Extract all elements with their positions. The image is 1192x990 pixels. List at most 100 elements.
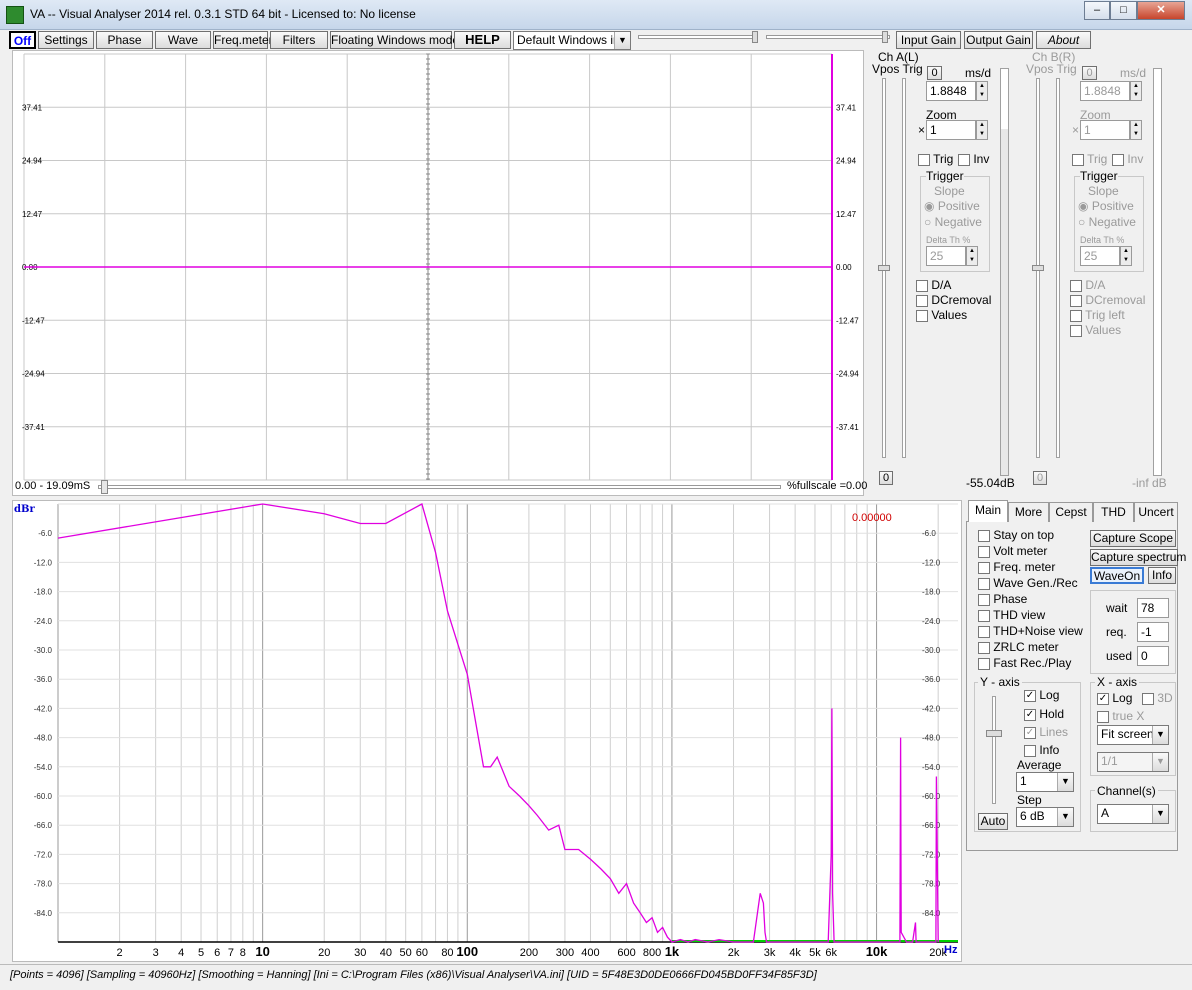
- phase-button[interactable]: Phase: [96, 31, 153, 49]
- tab-uncert[interactable]: Uncert: [1134, 502, 1178, 522]
- oscilloscope-plot[interactable]: 37.4137.4124.9424.9412.4712.470.000.00-1…: [12, 50, 864, 496]
- ratio-select[interactable]: 1/1 ▼: [1097, 752, 1169, 772]
- output-gain-slider[interactable]: [766, 35, 890, 39]
- info-button[interactable]: Info: [1148, 567, 1176, 584]
- checkbox-icon: [1097, 710, 1109, 723]
- channel-b-msd-input[interactable]: 1.8848: [1080, 81, 1130, 101]
- y-info-check[interactable]: Info: [1024, 743, 1059, 757]
- channel-a-inv-check[interactable]: Inv: [958, 152, 989, 166]
- channel-b-inv-check[interactable]: Inv: [1112, 152, 1143, 166]
- main-check-6[interactable]: THD+Noise view: [978, 624, 1083, 638]
- channel-b-delta-input[interactable]: 25: [1080, 246, 1120, 266]
- filters-button[interactable]: Filters: [270, 31, 328, 49]
- channel-b-negative-radio[interactable]: ○ Negative: [1078, 215, 1136, 229]
- close-button[interactable]: ✕: [1137, 1, 1185, 20]
- channel-b-vpos-thumb[interactable]: [1032, 265, 1044, 271]
- channel-a-delta-input[interactable]: 25: [926, 246, 966, 266]
- channel-b-zero-button[interactable]: 0: [1082, 66, 1097, 80]
- tab-cepst[interactable]: Cepst: [1049, 502, 1093, 522]
- freqmeter-button[interactable]: Freq.meter: [213, 31, 273, 49]
- input-gain-button[interactable]: Input Gain: [896, 31, 961, 49]
- channel-a-zoom-spinner[interactable]: ▲ ▼: [976, 120, 988, 140]
- channel-b-msd-spinner[interactable]: ▲ ▼: [1130, 81, 1142, 101]
- channel-a-delta-spinner[interactable]: ▲ ▼: [966, 246, 978, 266]
- main-check-0[interactable]: Stay on top: [978, 528, 1054, 542]
- input-gain-slider-thumb[interactable]: [752, 31, 758, 43]
- settings-button[interactable]: Settings: [38, 31, 94, 49]
- channel-b-values-check[interactable]: Values: [1070, 323, 1121, 337]
- tab-thd[interactable]: THD: [1093, 502, 1134, 522]
- capture-spectrum-button[interactable]: Capture spectrum: [1090, 549, 1186, 566]
- spectrum-plot[interactable]: -6.0 -6.0 -12.0 -12.0 -18.0 -18.0 -24.0 -24.0 -3…: [12, 500, 962, 962]
- y-hold-check[interactable]: ✓ Hold: [1024, 707, 1064, 721]
- channel-b-da-check[interactable]: D/A: [1070, 278, 1105, 292]
- windows-mode-select[interactable]: Default Windows inp ▼: [513, 31, 631, 50]
- spectrum-unit-label: dBr: [14, 504, 35, 515]
- tab-more[interactable]: More: [1008, 502, 1049, 522]
- help-button[interactable]: HELP: [454, 31, 511, 49]
- main-check-3[interactable]: Wave Gen./Rec: [978, 576, 1078, 590]
- average-select[interactable]: 1 ▼: [1016, 772, 1074, 792]
- channel-a-vpos-thumb[interactable]: [878, 265, 890, 271]
- channel-a-trig-check[interactable]: Trig: [918, 152, 953, 166]
- main-check-label: Phase: [990, 592, 1028, 606]
- channel-a-negative-radio[interactable]: ○ Negative: [924, 215, 982, 229]
- scope-position-thumb[interactable]: [101, 480, 108, 494]
- auto-button[interactable]: Auto: [978, 813, 1008, 830]
- main-check-2[interactable]: Freq. meter: [978, 560, 1055, 574]
- channel-a-da-check[interactable]: D/A: [916, 278, 951, 292]
- main-check-4[interactable]: Phase: [978, 592, 1027, 606]
- tab-main[interactable]: Main: [968, 500, 1008, 522]
- y-axis-slider-thumb[interactable]: [986, 730, 1002, 737]
- channel-b-positive-radio[interactable]: ◉ Positive: [1078, 199, 1134, 213]
- output-gain-slider-thumb[interactable]: [882, 31, 888, 43]
- x-log-check[interactable]: ✓ Log: [1097, 691, 1132, 705]
- spectrum-x-unit: Hz: [944, 944, 958, 956]
- x-3d-check[interactable]: 3D: [1142, 691, 1173, 705]
- channel-select[interactable]: A ▼: [1097, 804, 1169, 824]
- wave-on-button[interactable]: WaveOn: [1090, 567, 1144, 584]
- channel-a-msd-spinner[interactable]: ▲ ▼: [976, 81, 988, 101]
- output-gain-button[interactable]: Output Gain: [964, 31, 1033, 49]
- channel-a-positive-radio[interactable]: ◉ Positive: [924, 199, 980, 213]
- step-select[interactable]: 6 dB ▼: [1016, 807, 1074, 827]
- channel-a-trig-slider[interactable]: [902, 78, 906, 458]
- channel-a-vpos-trig-label: Vpos Trig: [872, 62, 923, 76]
- channel-a-values-check[interactable]: Values: [916, 308, 967, 322]
- channel-b-bottom-zero[interactable]: 0: [1033, 471, 1047, 485]
- minimize-button[interactable]: –: [1084, 1, 1110, 20]
- channel-a-dcremoval-check[interactable]: DCremoval: [916, 293, 991, 307]
- wave-button[interactable]: Wave: [155, 31, 211, 49]
- maximize-button[interactable]: □: [1110, 1, 1137, 20]
- channel-b-dcremoval-check[interactable]: DCremoval: [1070, 293, 1145, 307]
- y-lines-check[interactable]: ✓ Lines: [1024, 725, 1068, 739]
- main-check-7[interactable]: ZRLC meter: [978, 640, 1059, 654]
- capture-scope-button[interactable]: Capture Scope: [1090, 530, 1176, 547]
- channel-b-trig-left-check[interactable]: Trig left: [1070, 308, 1125, 322]
- channel-b-zoom-spinner[interactable]: ▲ ▼: [1130, 120, 1142, 140]
- scope-y-tick-left: 12.47: [22, 210, 43, 219]
- y-log-check[interactable]: ✓ Log: [1024, 688, 1059, 702]
- input-gain-slider[interactable]: [638, 35, 758, 39]
- channel-a-zoom-input[interactable]: 1: [926, 120, 976, 140]
- main-check-5[interactable]: THD view: [978, 608, 1045, 622]
- scope-y-tick-right: -37.41: [836, 423, 859, 432]
- channel-b-delta-spinner[interactable]: ▲ ▼: [1120, 246, 1132, 266]
- fit-screen-select[interactable]: Fit screen ▼: [1097, 725, 1169, 745]
- channel-a-msd-input[interactable]: 1.8848: [926, 81, 976, 101]
- used-label: used: [1106, 649, 1133, 663]
- channel-a-zero-button[interactable]: 0: [927, 66, 942, 80]
- x-truex-check[interactable]: true X: [1097, 709, 1144, 723]
- floating-windows-button[interactable]: Floating Windows mode: [330, 31, 459, 49]
- main-check-8[interactable]: Fast Rec./Play: [978, 656, 1071, 670]
- scope-position-slider[interactable]: [98, 485, 781, 489]
- channel-b-trig-check[interactable]: Trig: [1072, 152, 1107, 166]
- y-axis-slider[interactable]: [992, 696, 996, 804]
- channel-b-zoom-input[interactable]: 1: [1080, 120, 1130, 140]
- channel-b-trig-slider[interactable]: [1056, 78, 1060, 458]
- about-button[interactable]: About: [1036, 31, 1091, 49]
- channel-a-bottom-zero[interactable]: 0: [879, 471, 893, 485]
- spectrum-freq-label: 6: [214, 947, 220, 959]
- main-check-1[interactable]: Volt meter: [978, 544, 1047, 558]
- off-button[interactable]: Off: [9, 31, 36, 49]
